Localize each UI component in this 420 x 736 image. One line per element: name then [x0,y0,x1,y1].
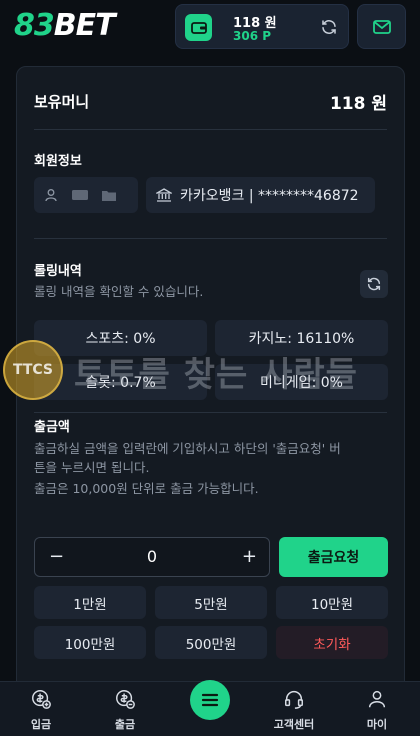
nav-withdraw-label: 출금 [114,718,136,731]
withdraw-desc-1: 출금하실 금액을 입력란에 기입하시고 하단의 '출금요청' 버 [34,441,341,456]
withdraw-desc-3: 출금은 10,000원 단위로 출금 가능합니다. [34,481,259,496]
id-card-icon [72,190,88,200]
watermark-logo-text: TTCS [12,362,54,378]
nav-withdraw[interactable]: 출금 [90,688,160,732]
logo-text: BET [53,8,116,43]
nav-support-label: 고객센터 [273,718,315,731]
wallet-widget[interactable]: 118 원 306 P [175,4,349,49]
bottom-nav: 입금 출금 고객센터 마이 [0,680,420,736]
nav-support[interactable]: 고객센터 [259,688,329,732]
folder-icon [102,191,116,201]
header: 83BET 118 원 306 P [0,0,420,56]
nav-deposit-label: 입금 [30,718,52,731]
divider [34,238,387,239]
menu-icon [201,693,219,707]
mail-button[interactable] [357,4,406,49]
user-icon [45,189,57,202]
brand-logo[interactable]: 83BET [14,8,116,43]
member-info-title: 회원정보 [34,154,82,169]
bank-account-text: 카카오뱅크 | ********46872 [180,188,359,204]
wallet-icon [185,14,212,41]
withdraw-title: 출금액 [34,420,70,435]
balance-label: 보유머니 [34,92,90,111]
menu-button[interactable] [190,680,230,720]
deposit-icon [32,690,51,709]
bank-account-box: 카카오뱅크 | ********46872 [146,177,375,213]
user-icon [368,690,386,708]
nav-my-label: 마이 [366,718,388,731]
balance-value: 118 원 [329,93,387,114]
withdraw-amount-value[interactable]: 0 [35,547,269,566]
quick-amount-1m[interactable]: 100만원 [34,626,146,659]
refresh-icon[interactable] [320,18,338,40]
headset-icon [285,691,303,709]
watermark-text: 토토를 찾는 사람들 [74,355,358,395]
logo-number: 83 [14,8,55,43]
bank-icon [156,187,172,202]
quick-amount-100k[interactable]: 10만원 [276,586,388,619]
rolling-refresh-button[interactable] [360,270,388,298]
nav-deposit[interactable]: 입금 [6,688,76,732]
member-id-box [34,177,138,213]
withdraw-amount-stepper[interactable]: − 0 + [34,537,270,577]
divider [34,412,387,413]
withdraw-desc-2: 튼을 누르시면 됩니다. [34,460,150,475]
balance-row: 보유머니 118 원 [34,83,387,119]
reset-button[interactable]: 초기화 [276,626,388,659]
rolling-title: 롤링내역 [34,264,82,279]
quick-amount-50k[interactable]: 5만원 [155,586,267,619]
mail-icon [372,19,391,34]
refresh-icon [367,277,381,291]
nav-my[interactable]: 마이 [342,688,412,732]
rolling-description: 롤링 내역을 확인할 수 있습니다. [34,284,204,299]
divider [34,129,387,130]
withdraw-icon [116,690,135,709]
quick-amount-5m[interactable]: 500만원 [155,626,267,659]
quick-amount-10k[interactable]: 1만원 [34,586,146,619]
increase-button[interactable]: + [242,546,257,567]
watermark-logo: TTCS [3,340,63,400]
withdraw-request-button[interactable]: 출금요청 [279,537,388,577]
wallet-points: 306 P [233,29,272,43]
